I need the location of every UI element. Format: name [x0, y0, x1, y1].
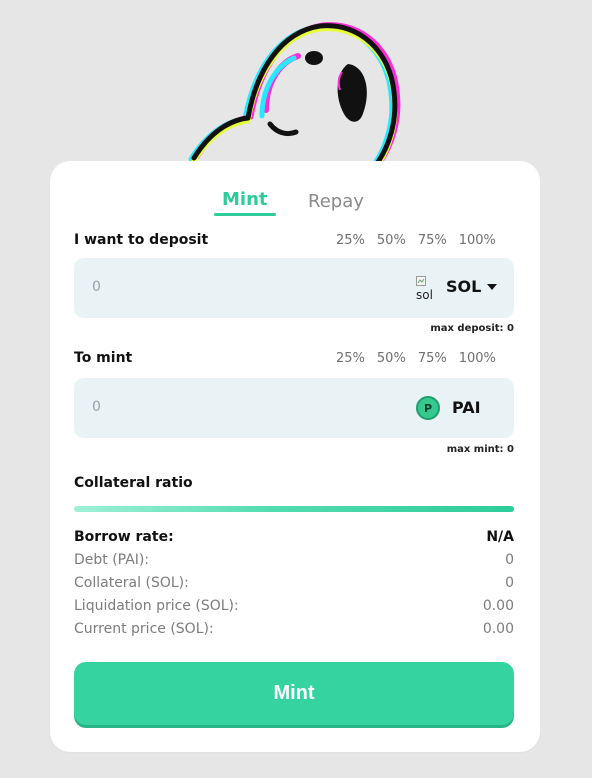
- deposit-token-label: SOL: [446, 277, 482, 296]
- mint-100-percent-button[interactable]: 100%: [459, 351, 496, 366]
- collateral-value: 0: [505, 575, 514, 591]
- deposit-input-box: sol SOL: [74, 258, 514, 318]
- pai-token-icon: P: [416, 396, 440, 420]
- mint-25-percent-button[interactable]: 25%: [336, 351, 365, 366]
- active-tab-indicator: [214, 213, 276, 216]
- deposit-amount-input[interactable]: [90, 278, 344, 296]
- deposit-label: I want to deposit: [74, 232, 209, 248]
- borrow-rate-row: Borrow rate: N/A: [74, 529, 514, 545]
- borrow-rate-value: N/A: [486, 529, 514, 545]
- collateral-ratio-label: Collateral ratio: [74, 475, 193, 491]
- liquidation-price-label: Liquidation price (SOL):: [74, 598, 239, 614]
- mint-percent-options: 25% 50% 75% 100%: [336, 351, 496, 366]
- borrow-rate-label: Borrow rate:: [74, 529, 174, 545]
- parrot-mascot-logo: [188, 22, 401, 168]
- mint-card: Mint Repay I want to deposit 25% 50% 75%…: [50, 161, 540, 752]
- mint-50-percent-button[interactable]: 50%: [377, 351, 406, 366]
- sol-image-alt-text: sol: [416, 288, 433, 302]
- debt-label: Debt (PAI):: [74, 552, 150, 568]
- mint-input-box: P PAI: [74, 378, 514, 438]
- caret-down-icon: [487, 283, 498, 290]
- deposit-token-select[interactable]: SOL: [446, 277, 498, 296]
- deposit-25-percent-button[interactable]: 25%: [336, 233, 365, 248]
- deposit-50-percent-button[interactable]: 50%: [377, 233, 406, 248]
- max-mint-text: max mint: 0: [446, 444, 514, 455]
- tab-mint[interactable]: Mint: [222, 189, 268, 210]
- deposit-75-percent-button[interactable]: 75%: [418, 233, 447, 248]
- current-price-label: Current price (SOL):: [74, 621, 214, 637]
- collateral-row: Collateral (SOL): 0: [74, 575, 514, 591]
- collateral-label: Collateral (SOL):: [74, 575, 189, 591]
- tab-repay[interactable]: Repay: [308, 191, 364, 212]
- mint-button[interactable]: Mint: [74, 662, 514, 725]
- collateral-ratio-bar: [74, 506, 514, 512]
- broken-image-icon: [416, 276, 426, 286]
- deposit-percent-options: 25% 50% 75% 100%: [336, 233, 496, 248]
- sol-token-image: sol: [416, 276, 438, 304]
- debt-value: 0: [505, 552, 514, 568]
- liquidation-price-row: Liquidation price (SOL): 0.00: [74, 598, 514, 614]
- liquidation-price-value: 0.00: [482, 598, 514, 614]
- mint-amount-input[interactable]: [90, 398, 344, 416]
- mint-75-percent-button[interactable]: 75%: [418, 351, 447, 366]
- debt-row: Debt (PAI): 0: [74, 552, 514, 568]
- deposit-100-percent-button[interactable]: 100%: [459, 233, 496, 248]
- mint-token-label: PAI: [452, 398, 481, 417]
- current-price-value: 0.00: [482, 621, 514, 637]
- mint-label: To mint: [74, 350, 133, 366]
- max-deposit-text: max deposit: 0: [430, 323, 514, 334]
- current-price-row: Current price (SOL): 0.00: [74, 621, 514, 637]
